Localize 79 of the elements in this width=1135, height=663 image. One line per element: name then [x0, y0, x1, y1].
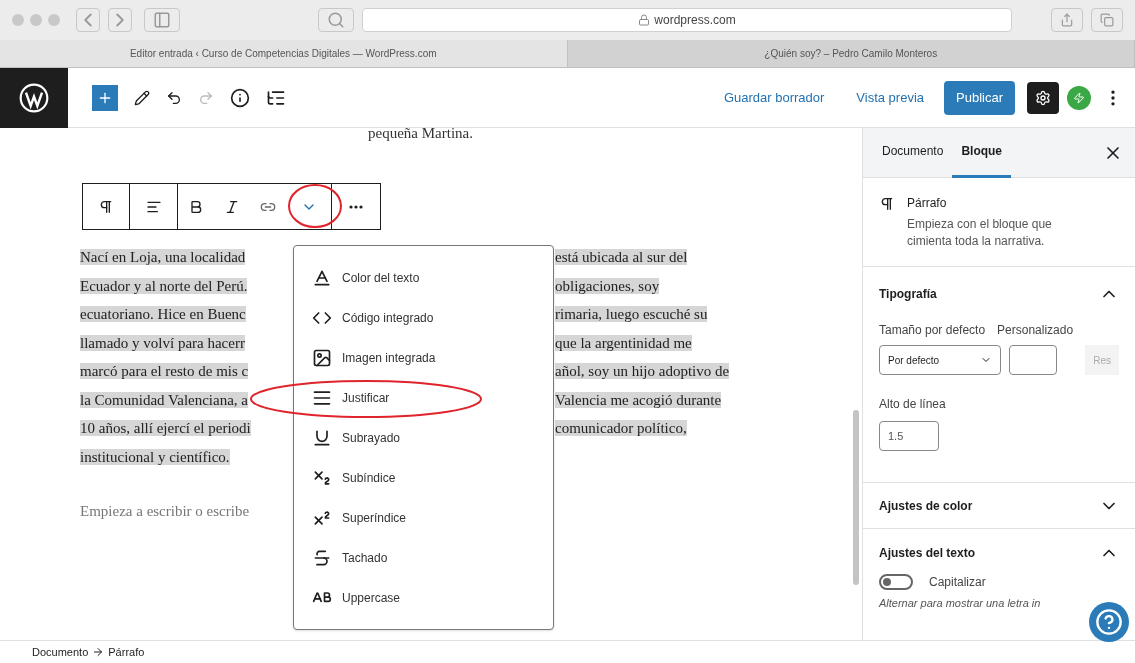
bolt-icon[interactable]	[1067, 85, 1091, 110]
pilcrow-icon	[98, 198, 114, 215]
block-name: Párrafo	[907, 195, 948, 212]
paragraph-text: 10 años, allí ejercí el periodi	[80, 420, 251, 436]
address-bar[interactable]: wordpress.com	[362, 8, 1012, 32]
justify-icon	[312, 388, 332, 408]
strikethrough-icon	[312, 548, 332, 568]
image-icon	[312, 348, 332, 368]
superscript-icon	[312, 508, 332, 528]
sidebar-toggle-icon[interactable]	[144, 8, 180, 32]
pencil-icon[interactable]	[134, 89, 150, 106]
menu-item[interactable]: Subíndice	[342, 469, 396, 487]
menu-item[interactable]: Uppercase	[342, 589, 401, 607]
add-block-button[interactable]	[92, 84, 118, 111]
bold-icon	[188, 198, 204, 215]
menu-item[interactable]: Subrayado	[342, 429, 401, 447]
toggle-switch[interactable]	[879, 574, 913, 590]
panel-title[interactable]: Ajustes de color	[879, 496, 973, 515]
subscript-icon	[312, 468, 332, 488]
panel-title[interactable]: Ajustes del texto	[879, 544, 976, 562]
undo-icon[interactable]	[166, 89, 182, 106]
browser-tab[interactable]: ¿Quién soy? – Pedro Camilo Monteros	[567, 40, 1135, 67]
help-text: Alternar para mostrar una letra in	[879, 596, 1042, 611]
menu-item[interactable]: Superíndice	[342, 509, 407, 527]
panel-title[interactable]: Tipografía	[879, 285, 937, 303]
info-icon[interactable]	[230, 87, 250, 108]
lock-icon	[638, 14, 651, 26]
placeholder-text[interactable]: Empieza a escribir o escribe	[80, 500, 250, 523]
custom-size-input[interactable]	[1008, 345, 1058, 375]
paragraph-text: rimaria, luego escuché su	[555, 306, 708, 322]
menu-item[interactable]: Imagen integrada	[342, 349, 436, 367]
paragraph-text: ecuatoriano. Hice en Buenc	[80, 306, 246, 322]
line-height-input[interactable]: 1.5	[879, 421, 939, 451]
menu-item[interactable]: Código integrado	[342, 309, 434, 327]
italic-icon	[224, 198, 240, 215]
paragraph-text: la Comunidad Valenciana, a	[80, 391, 248, 408]
paragraph-text: obligaciones, soy	[555, 277, 660, 294]
paragraph-text: Ecuador y al norte del Perú.	[80, 277, 248, 294]
paragraph-text: Valencia me acogió durante	[555, 391, 722, 408]
paragraph-text: añol, soy un hijo adoptivo de	[555, 363, 730, 379]
more-icon	[349, 204, 363, 209]
address-text: wordpress.com	[654, 12, 736, 29]
field-label: Tamaño por defecto	[879, 322, 986, 339]
paragraph-text: pequeña Martina.	[368, 124, 473, 143]
publish-button[interactable]: Publicar	[944, 80, 1015, 115]
field-label: Personalizado	[997, 322, 1074, 339]
sidebar-tab[interactable]: Documento	[873, 127, 953, 178]
menu-item[interactable]: Justificar	[342, 389, 390, 407]
search-icon[interactable]	[318, 8, 354, 32]
help-button[interactable]	[1089, 602, 1129, 642]
settings-icon	[1035, 89, 1051, 106]
save-draft-link[interactable]: Guardar borrador	[715, 87, 833, 108]
paragraph-text: comunicador político,	[555, 420, 687, 436]
bolt-glyph-icon	[1073, 91, 1085, 104]
text-color-icon	[312, 268, 332, 288]
scrollbar-thumb[interactable]	[853, 410, 859, 585]
breadcrumb-link[interactable]: Documento	[32, 643, 89, 661]
paragraph-text: Nací en Loja, una localidad	[80, 249, 246, 265]
sidebar-tab[interactable]: Bloque	[952, 127, 1012, 178]
field-label: Alto de línea	[879, 396, 947, 413]
block-description: Empieza con el bloque que cimienta toda la narrativa.	[907, 216, 1053, 250]
browser-tab[interactable]: Editor entrada ‹ Curso de Competencias Digitales — WordPress.com	[0, 40, 568, 67]
paragraph-icon	[879, 196, 895, 212]
paragraph-text: marcó para el resto de mis c	[80, 363, 249, 379]
arrow-icon	[92, 646, 105, 658]
breadcrumb-link[interactable]: Párrafo	[108, 643, 145, 661]
toggle-label: Capitalizar	[929, 574, 986, 591]
paragraph-text: está ubicada al sur del	[555, 249, 688, 265]
wordpress-logo[interactable]	[0, 67, 68, 128]
menu-item[interactable]: Color del texto	[342, 269, 420, 287]
preview-link[interactable]: Vista previa	[848, 87, 933, 108]
paragraph-text: llamado y volví para hacerr	[80, 334, 245, 351]
paragraph-text: que la argentinidad me	[555, 334, 692, 351]
size-select[interactable]: Por defecto	[879, 345, 1001, 375]
help-icon	[1095, 608, 1123, 636]
paragraph-text: institucional y científico.	[80, 448, 230, 465]
settings-button[interactable]	[1027, 81, 1059, 114]
menu-item[interactable]: Tachado	[342, 549, 388, 567]
underline-icon	[312, 428, 332, 448]
